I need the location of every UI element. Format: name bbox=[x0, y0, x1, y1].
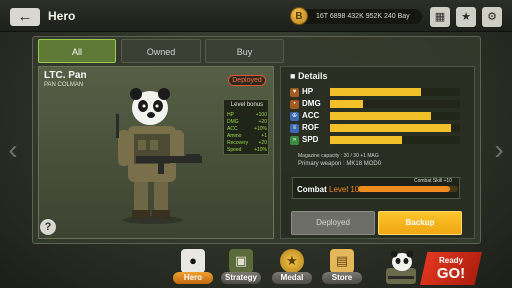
stat-bar-dmg bbox=[330, 100, 460, 108]
level-bonus-row: Ammo +1 bbox=[227, 133, 267, 140]
tab-all[interactable]: All bbox=[38, 39, 116, 63]
bonus-name: ACC bbox=[227, 126, 238, 132]
settings-gear-icon[interactable]: ⚙ bbox=[482, 7, 502, 27]
help-button[interactable]: ? bbox=[40, 219, 56, 235]
level-bonus-row: Speed +10% bbox=[227, 147, 267, 154]
stat-bar-acc bbox=[330, 112, 460, 120]
medal-icon: ★ bbox=[280, 249, 304, 273]
coin-icon: B bbox=[290, 7, 308, 25]
nav-strategy-label: Strategy bbox=[221, 272, 261, 284]
deployed-button[interactable]: Deployed bbox=[291, 211, 375, 235]
level-bonus-row: HP +100 bbox=[227, 112, 267, 119]
bonus-name: Speed bbox=[227, 147, 242, 153]
crosshair-icon: ⊕ bbox=[290, 112, 299, 121]
page-title: Hero bbox=[48, 9, 76, 23]
stat-bar-rof bbox=[330, 124, 460, 132]
stat-fill-acc bbox=[330, 112, 432, 120]
back-arrow-icon: ← bbox=[17, 8, 33, 25]
backup-button[interactable]: Backup bbox=[378, 211, 462, 235]
stat-bar-spd bbox=[330, 136, 460, 144]
bonus-value: +1 bbox=[261, 133, 267, 139]
next-hero-arrow-icon[interactable]: › bbox=[490, 130, 508, 170]
fire-rate-icon: ≡ bbox=[290, 124, 299, 133]
bonus-name: HP bbox=[227, 112, 234, 118]
magazine-capacity: Magazine capacity : 30 / 30 +1 MAG bbox=[298, 153, 379, 159]
speed-icon: » bbox=[290, 136, 299, 145]
details-title-text: Details bbox=[297, 71, 328, 81]
combat-skill: Combat Skill +10 bbox=[414, 178, 452, 184]
bonus-value: +20 bbox=[258, 140, 267, 146]
heart-icon: ♥ bbox=[290, 88, 299, 97]
currency-display: 16T 6898 432K 952K 240 Bay bbox=[296, 9, 422, 24]
details-title: ■ Details bbox=[290, 71, 328, 81]
ranking-icon[interactable]: ▦ bbox=[430, 7, 450, 27]
bonus-name: Recovery bbox=[227, 140, 249, 146]
panda-squad-icon bbox=[386, 250, 416, 284]
bonus-value: +100 bbox=[255, 112, 267, 118]
combat-level: Level 10 bbox=[329, 185, 360, 194]
tab-owned[interactable]: Owned bbox=[121, 39, 201, 63]
stat-name-rof: ROF bbox=[302, 123, 319, 132]
ready-label: Ready bbox=[438, 256, 463, 265]
level-bonus-row: Recovery +20 bbox=[227, 140, 267, 147]
panda-icon: ● bbox=[181, 249, 205, 273]
nav-store[interactable]: ▤ Store bbox=[322, 247, 362, 287]
nav-hero-label: Hero bbox=[173, 272, 213, 284]
primary-weapon: Primary weapon : MK18 MOD0 bbox=[298, 161, 382, 167]
nav-medal-label: Medal bbox=[272, 272, 312, 284]
stat-fill-spd bbox=[330, 136, 402, 144]
level-bonus-box: Level bonus HP +100 DMG +20 ACC +10% Amm… bbox=[223, 99, 269, 155]
stat-name-acc: ACC bbox=[302, 111, 320, 120]
trophy-icon[interactable]: ★ bbox=[456, 7, 476, 27]
tab-buy[interactable]: Buy bbox=[205, 39, 284, 63]
nav-medal[interactable]: ★ Medal bbox=[272, 247, 312, 287]
nav-store-label: Store bbox=[322, 272, 362, 284]
back-button[interactable]: ← bbox=[10, 8, 40, 26]
previous-hero-arrow-icon[interactable]: ‹ bbox=[4, 130, 22, 170]
bonus-name: DMG bbox=[227, 119, 239, 125]
level-bonus-row: DMG +20 bbox=[227, 119, 267, 126]
stat-fill-dmg bbox=[330, 100, 363, 108]
bonus-value: +10% bbox=[254, 147, 267, 153]
panda-soldier-portrait bbox=[116, 88, 202, 224]
ready-go-button[interactable]: Ready GO! bbox=[420, 252, 482, 285]
ticket-icon: ▤ bbox=[330, 249, 354, 273]
combat-label: Combat bbox=[297, 185, 327, 194]
nav-hero[interactable]: ● Hero bbox=[173, 247, 213, 287]
hero-subtitle: PAN COLMAN bbox=[44, 82, 84, 88]
stat-name-dmg: DMG bbox=[302, 99, 321, 108]
combat-progress-track bbox=[358, 186, 458, 192]
bonus-value: +20 bbox=[258, 119, 267, 125]
stat-fill-hp bbox=[330, 88, 421, 96]
status-badge: Deployed bbox=[228, 75, 266, 86]
bullet-icon: • bbox=[290, 100, 299, 109]
stat-fill-rof bbox=[330, 124, 451, 132]
bonus-name: Ammo bbox=[227, 133, 242, 139]
stat-bar-hp bbox=[330, 88, 460, 96]
go-label: GO! bbox=[436, 265, 466, 282]
nav-strategy[interactable]: ▣ Strategy bbox=[221, 247, 261, 287]
bonus-value: +10% bbox=[254, 126, 267, 132]
level-bonus-row: ACC +10% bbox=[227, 126, 267, 133]
stat-name-spd: SPD bbox=[302, 135, 319, 144]
level-bonus-title: Level bonus bbox=[230, 102, 264, 108]
tank-icon: ▣ bbox=[229, 249, 253, 273]
combat-progress-fill bbox=[358, 186, 450, 192]
stat-name-hp: HP bbox=[302, 87, 314, 96]
hero-rank-name: LTC. Pan bbox=[44, 70, 87, 81]
